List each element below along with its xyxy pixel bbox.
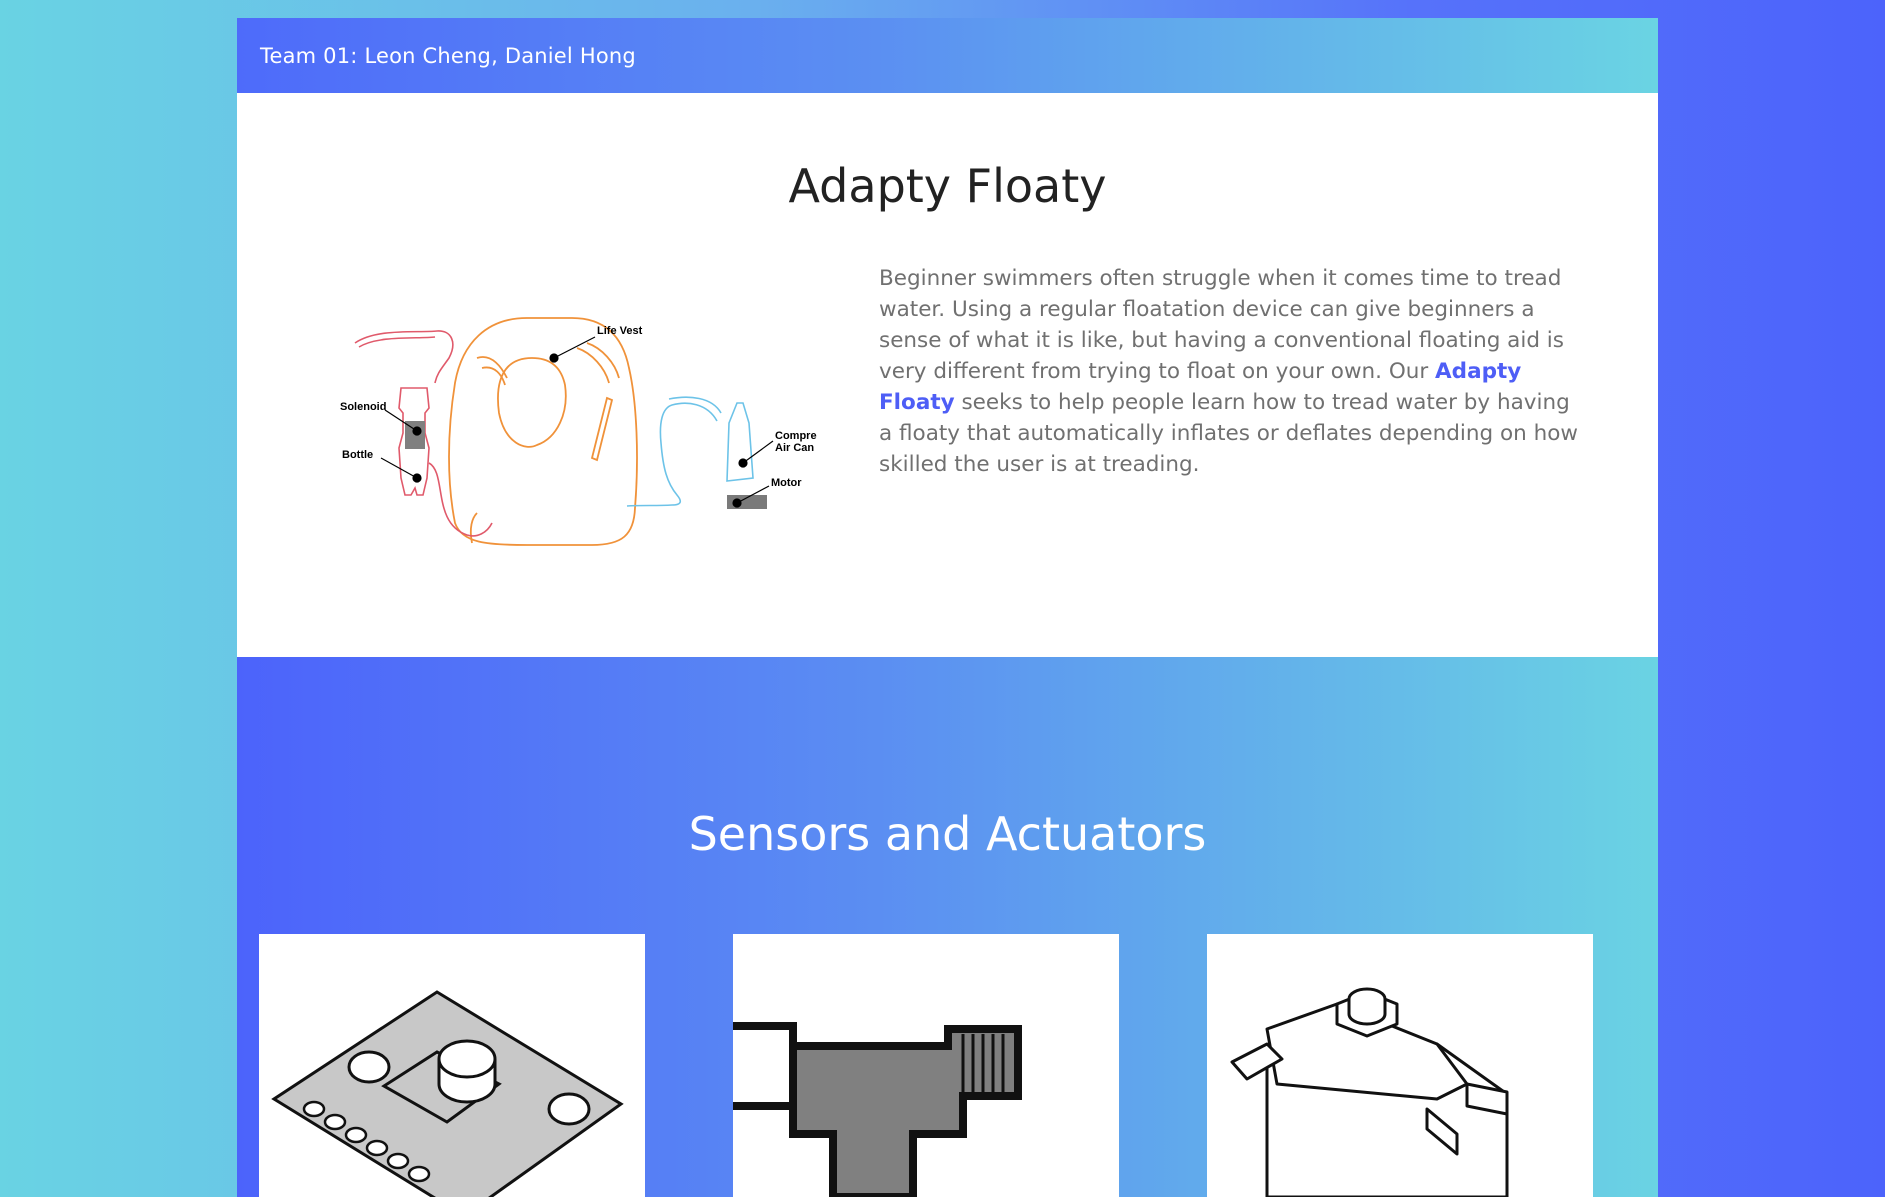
label-air-can: Air Can: [775, 442, 814, 454]
team-label: Team 01: Leon Cheng, Daniel Hong: [260, 43, 636, 68]
label-compressed: Compressed: [775, 430, 817, 442]
compressed-air-drawing: [626, 396, 754, 507]
page: Team 01: Leon Cheng, Daniel Hong Adapty …: [237, 18, 1658, 1197]
label-solenoid: Solenoid: [340, 401, 386, 413]
project-description: Beginner swimmers often struggle when it…: [879, 263, 1579, 480]
adapty-floaty-diagram: Life Vest Solenoid Bottle Compressed Air…: [340, 317, 817, 546]
sensor-board-icon: [271, 990, 624, 1197]
description-text-end: seeks to help people learn how to tread …: [879, 390, 1578, 477]
sensor-card-1[interactable]: [259, 934, 645, 1197]
label-motor: Motor: [771, 477, 802, 489]
sensors-section: Sensors and Actuators: [237, 657, 1658, 1197]
page-title: Adapty Floaty: [788, 159, 1107, 213]
top-bar: Team 01: Leon Cheng, Daniel Hong: [237, 18, 1658, 93]
callouts: [380, 336, 774, 508]
sensor-card-2[interactable]: [733, 934, 1119, 1197]
label-life-vest: Life Vest: [597, 325, 643, 337]
intro-section: Adapty Floaty Life Vest Solenoid Bottle …: [237, 93, 1658, 657]
label-bottle: Bottle: [342, 449, 373, 461]
servo-motor-icon: [1230, 987, 1509, 1197]
sensors-title: Sensors and Actuators: [688, 807, 1207, 861]
sensor-card-3[interactable]: [1207, 934, 1593, 1197]
life-vest-drawing: [448, 317, 638, 546]
solenoid-valve-icon: [733, 1022, 1022, 1197]
